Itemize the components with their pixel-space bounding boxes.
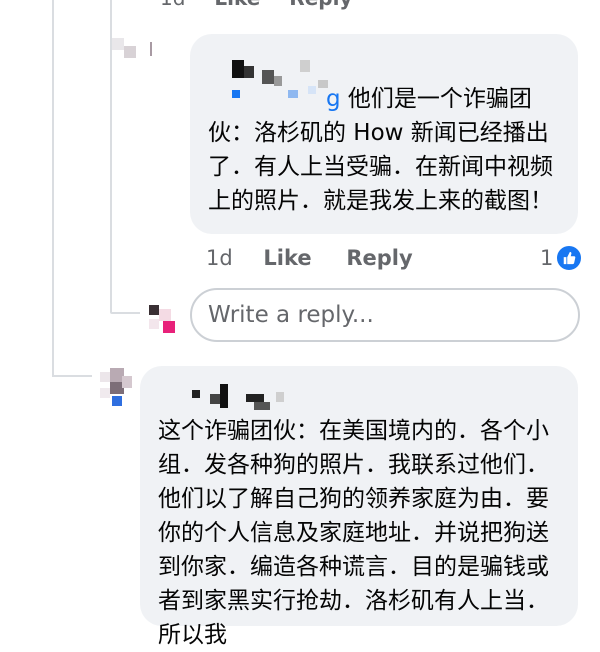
previous-reply-button[interactable]: Reply — [289, 0, 352, 10]
reply-user-avatar — [143, 303, 183, 337]
comment2-author-name[interactable] — [158, 378, 562, 418]
reply-input-placeholder: Write a reply... — [208, 302, 374, 328]
comment1-text: g 他们是一个诈骗团伙：洛杉矶的 How 新闻已经播出了．有人上当受骗．在新闻中… — [208, 82, 562, 218]
comment1-meta: 1d Like Reply — [206, 246, 441, 270]
previous-comment-actions: 1d Like Reply — [160, 0, 374, 10]
comment2-bubble: 这个诈骗团伙：在美国境内的．各个小组．发各种狗的照片．我联系过他们．他们以了解自… — [140, 366, 578, 648]
comment1-reaction[interactable]: 1 — [540, 244, 584, 272]
comment2-text: 这个诈骗团伙：在美国境内的．各个小组．发各种狗的照片．我联系过他们．他们以了解自… — [158, 418, 549, 648]
comment2-avatar[interactable] — [92, 366, 136, 410]
thread-connector-outer-branch — [52, 375, 92, 377]
previous-comment-time: 1d — [160, 0, 185, 10]
comment1-text-first: 他们是一个诈骗 — [347, 86, 509, 112]
reply-input[interactable]: Write a reply... — [190, 288, 580, 342]
comment1-mention-tail[interactable]: g — [326, 86, 341, 112]
comment1-like-button[interactable]: Like — [263, 246, 311, 270]
comment1-reaction-count: 1 — [540, 246, 554, 270]
thread-connector-outer — [52, 0, 54, 375]
comment1-author-name[interactable] — [208, 46, 562, 98]
comment1-reply-button[interactable]: Reply — [346, 246, 412, 270]
comment1-time[interactable]: 1d — [206, 246, 233, 270]
previous-like-button[interactable]: Like — [214, 0, 260, 10]
thread-connector-inner-branch — [110, 312, 140, 314]
thumbs-up-icon — [555, 244, 584, 272]
comment1-avatar[interactable] — [112, 38, 152, 78]
comment1-bubble: g 他们是一个诈骗团伙：洛杉矶的 How 新闻已经播出了．有人上当受骗．在新闻中… — [190, 34, 578, 234]
